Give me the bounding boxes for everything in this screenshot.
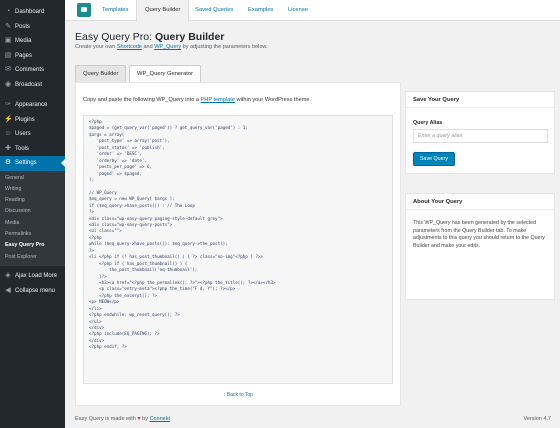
save-query-button[interactable]: Save Query <box>413 152 455 166</box>
sidebar-item-collapse-menu[interactable]: ◀ Collapse menu <box>0 283 65 298</box>
sidebar-item-appearance[interactable]: ✑ Appearance <box>0 98 65 113</box>
tab-query-builder[interactable]: Query Builder <box>136 0 190 22</box>
wp-query-code-block[interactable]: <?php $paged = (get_query_var('paged')) ?… <box>83 115 393 384</box>
sidebar-item-settings[interactable]: ⚙ Settings <box>0 156 65 171</box>
page-icon: ▤ <box>4 51 12 59</box>
pin-icon: ✎ <box>5 22 11 30</box>
page-title: Easy Query Pro: Query Builder <box>75 31 225 43</box>
load-more-icon: ◈ <box>5 272 11 280</box>
plugin-top-nav: Templates Query Builder Saved Queries Ex… <box>65 0 560 22</box>
submenu-item-general[interactable]: General <box>0 173 65 184</box>
admin-sidebar: ◔ Dashboard ✎ Posts ▣ Media ▤ Pages ✉ Comments ◉ Br… <box>0 0 65 428</box>
media-icon: ▣ <box>4 37 12 45</box>
settings-icon: ⚙ <box>4 159 12 167</box>
tab-examples[interactable]: Examples <box>248 0 273 21</box>
connekt-link[interactable]: Connekt <box>150 416 171 422</box>
sidebar-item-label: Settings <box>15 160 37 167</box>
sidebar-item-label: Media <box>15 38 32 45</box>
sidebar-item-posts[interactable]: ✎ Posts <box>0 20 65 35</box>
query-alias-input[interactable] <box>413 129 548 143</box>
sidebar-item-label: Plugins <box>15 116 35 123</box>
submenu-item-post-explorer[interactable]: Post Explorer <box>0 252 65 263</box>
sidebar-item-pages[interactable]: ▤ Pages <box>0 49 65 64</box>
settings-submenu: General Writing Reading Discussion Media Perm… <box>0 170 65 266</box>
sidebar-item-label: Posts <box>15 23 31 30</box>
sidebar-item-label: Comments <box>15 67 45 74</box>
sidebar-item-label: Broadcast <box>15 81 43 88</box>
generator-intro: Copy and paste the following WP_Query in… <box>83 97 312 103</box>
sidebar-item-plugins[interactable]: ⚡ Plugins <box>0 113 65 128</box>
easy-query-logo-icon <box>77 3 91 17</box>
sidebar-item-label: Users <box>15 131 31 138</box>
sidebar-item-label: Tools <box>15 145 30 152</box>
tab-templates[interactable]: Templates <box>102 0 128 21</box>
sidebar-item-users[interactable]: ☺ Users <box>0 127 65 142</box>
save-query-box: Save Your Query Query Alias Save Query <box>405 91 555 174</box>
sidebar-item-media[interactable]: ▣ Media <box>0 34 65 49</box>
comment-icon: ✉ <box>5 66 11 74</box>
wp-query-link[interactable]: WP_Query <box>154 44 181 50</box>
sidebar-item-label: Ajax Load More <box>15 273 58 280</box>
wrench-icon: ✚ <box>5 144 11 152</box>
footer-credit: Easy Query is made with ♥ by Connekt <box>75 416 170 422</box>
submenu-item-discussion[interactable]: Discussion <box>0 206 65 217</box>
sidebar-item-dashboard[interactable]: ◔ Dashboard <box>0 5 65 20</box>
about-query-title: About Your Query <box>406 194 554 210</box>
sidebar-item-label: Appearance <box>15 102 48 109</box>
submenu-item-media[interactable]: Media <box>0 218 65 229</box>
php-template-link[interactable]: PHP template <box>201 97 235 103</box>
page-subtitle: Create your own Shortcode and WP_Query b… <box>75 44 268 50</box>
submenu-item-reading[interactable]: Reading <box>0 195 65 206</box>
dashboard-icon: ◔ <box>5 8 11 16</box>
submenu-item-easy-query-pro[interactable]: Easy Query Pro <box>0 240 65 251</box>
sidebar-item-comments[interactable]: ✉ Comments <box>0 63 65 78</box>
code-line: <?php endif; ?> <box>89 344 127 350</box>
submenu-item-writing[interactable]: Writing <box>0 184 65 195</box>
about-query-text: This WP_Query has been generated by the … <box>413 220 545 249</box>
submenu-item-permalinks[interactable]: Permalinks <box>0 229 65 240</box>
tab-wp-query-generator[interactable]: WP_Query Generator <box>129 65 202 83</box>
plug-icon: ⚡ <box>4 115 13 123</box>
about-query-box: About Your Query This WP_Query has been … <box>405 193 555 300</box>
generator-panel: Copy and paste the following WP_Query in… <box>75 82 401 406</box>
main-content: Easy Query Pro: Query Builder Create you… <box>65 21 560 428</box>
brush-icon: ✑ <box>5 101 11 109</box>
shortcode-link[interactable]: Shortcode <box>117 44 142 50</box>
sidebar-item-broadcast[interactable]: ◉ Broadcast <box>0 78 65 93</box>
plugin-version: Version 4.7 <box>523 416 551 422</box>
sidebar-item-label: Pages <box>15 52 33 59</box>
collapse-icon: ◀ <box>5 286 11 294</box>
sidebar-item-ajax-load-more[interactable]: ◈ Ajax Load More <box>0 269 65 284</box>
sidebar-item-label: Collapse menu <box>15 287 56 294</box>
query-alias-label: Query Alias <box>413 120 443 126</box>
save-query-title: Save Your Query <box>406 92 554 108</box>
sidebar-item-label: Dashboard <box>15 9 45 16</box>
tab-query-builder-view[interactable]: Query Builder <box>75 65 127 82</box>
user-icon: ☺ <box>4 130 12 138</box>
broadcast-icon: ◉ <box>4 80 12 88</box>
back-to-top-link[interactable]: ↑ Back to Top <box>76 392 400 398</box>
sidebar-item-tools[interactable]: ✚ Tools <box>0 142 65 157</box>
tab-saved-queries[interactable]: Saved Queries <box>195 0 233 21</box>
tab-license[interactable]: License <box>288 0 308 21</box>
